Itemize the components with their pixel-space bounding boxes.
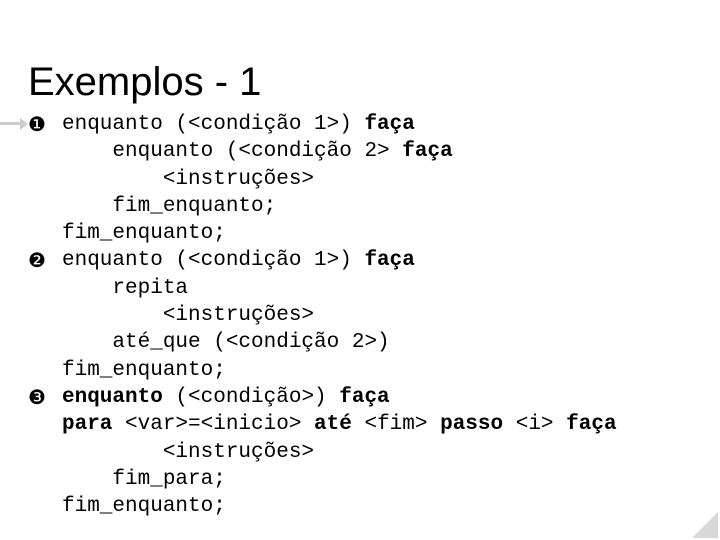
code-line: fim_enquanto; <box>62 357 692 384</box>
code-line: fim_enquanto; <box>62 493 692 520</box>
bullet-3: ❸ <box>28 387 46 409</box>
arrow-icon <box>0 113 26 133</box>
code-line: enquanto (<condição>) faça <box>62 384 692 411</box>
bullet-1: ❶ <box>28 114 46 136</box>
code-line: para <var>=<inicio> até <fim> passo <i> … <box>62 411 692 438</box>
code-line: enquanto (<condição 1>) faça <box>62 111 692 138</box>
code-line: fim_enquanto; <box>62 220 692 247</box>
code-line: enquanto (<condição 2> faça <box>62 138 692 165</box>
code-line: enquanto (<condição 1>) faça <box>62 247 692 274</box>
code-block: ❶ enquanto (<condição 1>) faça enquanto … <box>28 111 692 520</box>
code-line: <instruções> <box>62 166 692 193</box>
code-line: até_que (<condição 2>) <box>62 329 692 356</box>
code-line: <instruções> <box>62 439 692 466</box>
slide: Exemplos - 1 ❶ enquanto (<condição 1>) f… <box>0 0 720 540</box>
code-line: <instruções> <box>62 302 692 329</box>
page-corner-fold-icon <box>692 512 718 538</box>
code-line: repita <box>62 275 692 302</box>
code-line: fim_para; <box>62 466 692 493</box>
code-line: fim_enquanto; <box>62 193 692 220</box>
page-title: Exemplos - 1 <box>28 60 692 105</box>
bullet-2: ❷ <box>28 250 46 272</box>
